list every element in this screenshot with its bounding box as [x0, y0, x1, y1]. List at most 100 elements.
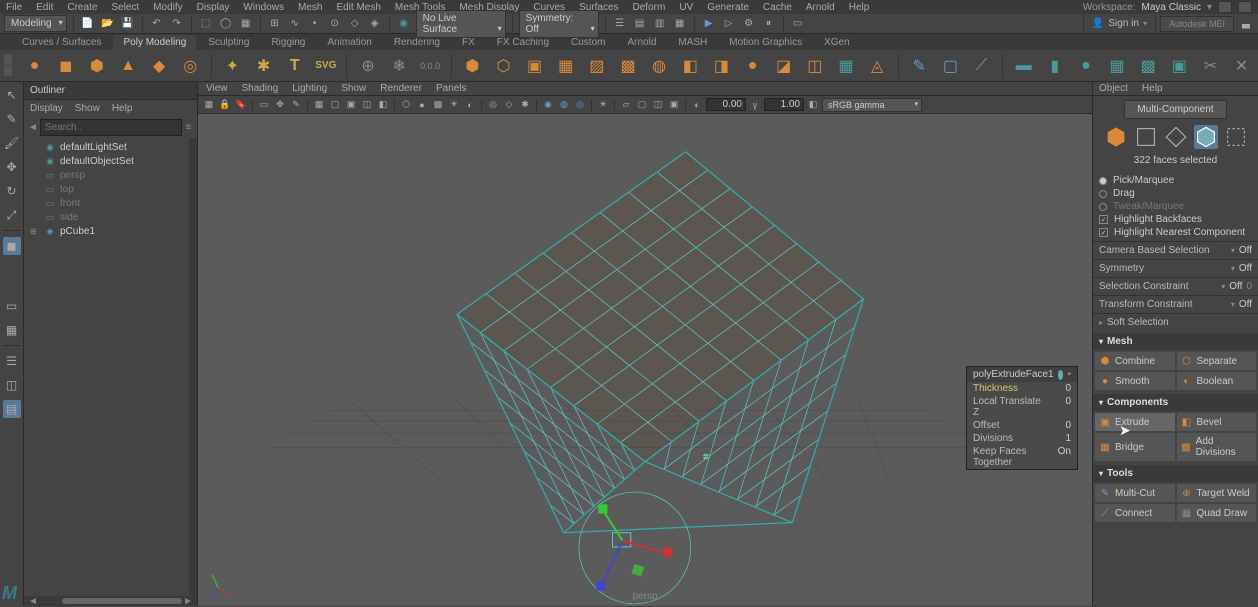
components-section-header[interactable]: ▾Components: [1093, 394, 1258, 411]
snap-projected-icon[interactable]: ⊙: [327, 16, 343, 32]
outliner-vscroll[interactable]: [189, 138, 197, 596]
outliner-search-input[interactable]: [40, 119, 182, 136]
paint-select-icon[interactable]: ▦: [238, 16, 254, 32]
face-mode-icon[interactable]: [1194, 125, 1218, 149]
ipr-icon[interactable]: ▷: [721, 16, 737, 32]
vp-aa-icon[interactable]: ◎: [573, 98, 587, 112]
vp-menu-view[interactable]: View: [206, 83, 228, 94]
tree-pcube1[interactable]: ⊞◈pCube1: [24, 224, 197, 238]
target-weld-button[interactable]: ⊕Target Weld: [1177, 484, 1257, 502]
tree-persp[interactable]: ▭persp: [24, 168, 197, 182]
menu-edit-mesh[interactable]: Edit Mesh: [336, 2, 380, 13]
vp-isolate-icon[interactable]: ◎: [486, 98, 500, 112]
platonic-icon[interactable]: ✦: [220, 53, 245, 79]
add-divisions-icon[interactable]: ▩: [615, 53, 640, 79]
vp-overscan-icon[interactable]: ◫: [651, 98, 665, 112]
vp-gamma-input[interactable]: [764, 98, 804, 111]
redo-icon[interactable]: ↷: [169, 16, 185, 32]
single-pane-icon[interactable]: ▭: [3, 297, 21, 315]
menu-help[interactable]: Help: [849, 2, 870, 13]
undo-icon[interactable]: ↶: [149, 16, 165, 32]
menu-generate[interactable]: Generate: [707, 2, 749, 13]
quad-draw-button[interactable]: ▦Quad Draw: [1177, 504, 1257, 522]
vp-select-camera-icon[interactable]: ▦: [202, 98, 216, 112]
rp-menu-help[interactable]: Help: [1142, 83, 1163, 94]
append-icon[interactable]: ◧: [678, 53, 703, 79]
open-scene-icon[interactable]: 📂: [100, 16, 116, 32]
combine-icon[interactable]: ⬢: [460, 53, 485, 79]
vp-title-safe-icon[interactable]: ▣: [667, 98, 681, 112]
vp-color-mgmt-icon[interactable]: ◧: [806, 98, 820, 112]
outliner-menu-show[interactable]: Show: [75, 103, 100, 114]
connect-icon[interactable]: ⟋: [969, 53, 994, 79]
vp-lock-camera-icon[interactable]: 🔒: [218, 98, 232, 112]
combine-button[interactable]: ⬢Combine: [1095, 352, 1175, 370]
poly-torus-icon[interactable]: ◎: [178, 53, 203, 79]
snap-curve-icon[interactable]: ∿: [287, 16, 303, 32]
quad-draw-icon[interactable]: ✕: [1229, 53, 1254, 79]
extrude-attribute-popup[interactable]: polyExtrudeFace1 ▪ Thickness0 Local Tran…: [966, 366, 1078, 470]
delete-history-icon[interactable]: 0.0.0: [418, 53, 443, 79]
edge-mode-icon[interactable]: [1164, 125, 1188, 149]
extrude-button[interactable]: ▣Extrude: [1095, 413, 1175, 431]
vp-shaded-icon[interactable]: ●: [415, 98, 429, 112]
tab-poly-modeling[interactable]: Poly Modeling: [113, 35, 196, 50]
lasso-icon[interactable]: ◯: [218, 16, 234, 32]
snap-plane-icon[interactable]: ◇: [347, 16, 363, 32]
uv-spherical-icon[interactable]: ●: [1073, 53, 1098, 79]
extrude-manipulator[interactable]: [579, 492, 691, 604]
uv-contour-icon[interactable]: ▩: [1136, 53, 1161, 79]
vp-menu-renderer[interactable]: Renderer: [380, 83, 422, 94]
attr-localz-value[interactable]: 0: [1052, 396, 1071, 418]
pause-icon[interactable]: ⏸: [761, 16, 777, 32]
vp-film-gate-icon[interactable]: ▢: [328, 98, 342, 112]
vp-gamma-icon[interactable]: γ: [748, 98, 762, 112]
attr-thickness-value[interactable]: 0: [1051, 383, 1071, 394]
tab-rigging[interactable]: Rigging: [261, 35, 315, 50]
minimize-icon[interactable]: ▃: [1238, 16, 1254, 32]
uv-mode-icon[interactable]: [1224, 125, 1248, 149]
tab-arnold[interactable]: Arnold: [617, 35, 666, 50]
expand-icon[interactable]: ⊞: [30, 227, 37, 236]
menu-arnold[interactable]: Arnold: [806, 2, 835, 13]
workspace-value[interactable]: Maya Classic: [1142, 2, 1201, 13]
new-scene-icon[interactable]: 📄: [80, 16, 96, 32]
vp-xray-icon[interactable]: ◇: [502, 98, 516, 112]
uv-editor-icon[interactable]: ▣: [1167, 53, 1192, 79]
connect-button[interactable]: ⟋Connect: [1095, 504, 1175, 522]
vp-wireframe-icon[interactable]: ⬡: [399, 98, 413, 112]
menu-select[interactable]: Select: [111, 2, 139, 13]
rotate-tool[interactable]: ↻: [3, 182, 21, 200]
outliner-toggle-icon[interactable]: ☰: [3, 352, 21, 370]
tweak-marquee-option[interactable]: Tweak/Marquee: [1099, 200, 1252, 213]
vp-gate-icon[interactable]: ▢: [635, 98, 649, 112]
symmetry-setting[interactable]: Symmetry▾Off: [1093, 259, 1258, 277]
target-weld-icon[interactable]: ▢: [938, 53, 963, 79]
mirror-icon[interactable]: ◪: [771, 53, 796, 79]
tree-side[interactable]: ▭side: [24, 210, 197, 224]
shelf-editor-icon[interactable]: [4, 55, 12, 65]
vp-menu-panels[interactable]: Panels: [436, 83, 467, 94]
vp-light-icon[interactable]: ☀: [447, 98, 461, 112]
drag-option[interactable]: Drag: [1099, 187, 1252, 200]
vp-motion-blur-icon[interactable]: ◉: [541, 98, 555, 112]
shelf-dropdown-icon[interactable]: [4, 66, 12, 76]
menu-modify[interactable]: Modify: [153, 2, 182, 13]
tab-motion-graphics[interactable]: Motion Graphics: [719, 35, 812, 50]
vp-xray-joints-icon[interactable]: ✱: [518, 98, 532, 112]
menu-uv[interactable]: UV: [679, 2, 693, 13]
vp-image-plane-icon[interactable]: ▭: [257, 98, 271, 112]
multi-component-button[interactable]: Multi-Component: [1124, 100, 1226, 119]
lasso-tool[interactable]: ✎: [3, 110, 21, 128]
add-divisions-button[interactable]: ▩Add Divisions: [1177, 433, 1257, 461]
outliner-hscroll[interactable]: ◄►: [24, 596, 197, 606]
mode-dropdown[interactable]: Modeling: [4, 15, 67, 32]
input-icon[interactable]: ▤: [632, 16, 648, 32]
soft-selection[interactable]: ▸Soft Selection: [1093, 313, 1258, 331]
outliner-menu-display[interactable]: Display: [30, 103, 63, 114]
vp-colorspace-dropdown[interactable]: sRGB gamma: [822, 98, 922, 112]
vp-safe-action-icon[interactable]: ◧: [376, 98, 390, 112]
pin-icon[interactable]: [1058, 370, 1064, 380]
menu-display[interactable]: Display: [197, 2, 230, 13]
tools-section-header[interactable]: ▾Tools: [1093, 465, 1258, 482]
